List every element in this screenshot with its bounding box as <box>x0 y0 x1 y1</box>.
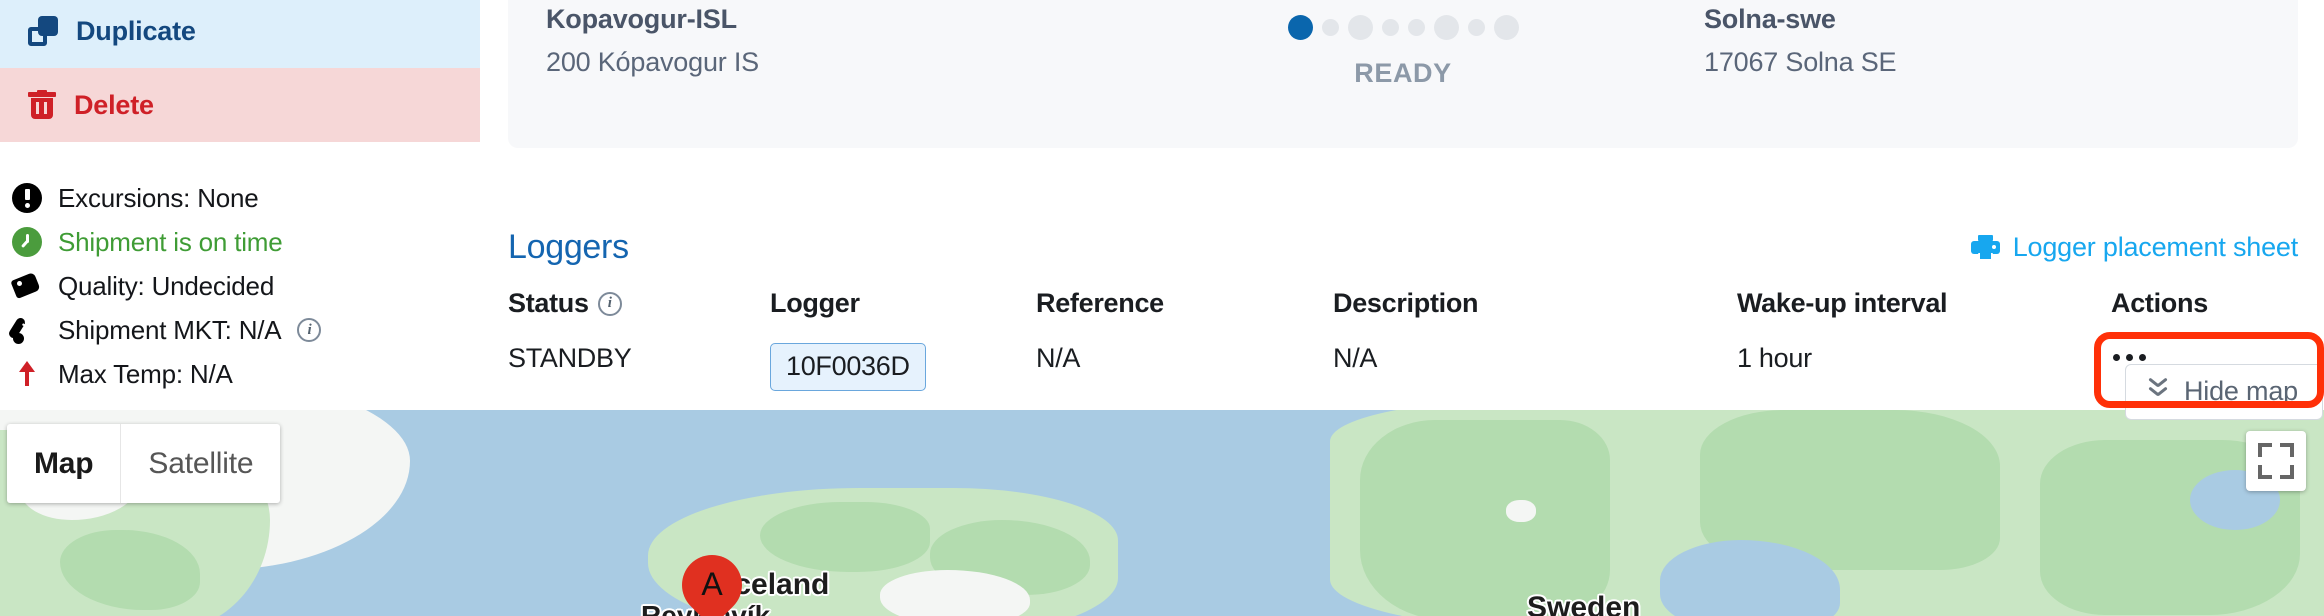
cell-status: STANDBY <box>508 343 632 373</box>
destination-location: Solna-swe 17067 Solna SE <box>1704 4 1897 78</box>
map-marker-letter: A <box>701 565 723 602</box>
loggers-table: Status i Logger Reference Description Wa… <box>508 288 2298 391</box>
duplicate-label: Duplicate <box>76 15 196 46</box>
trash-icon <box>28 90 56 120</box>
map-type-button-map[interactable]: Map <box>7 424 122 503</box>
map-glacier-norway <box>1506 500 1536 522</box>
map-marker-a[interactable]: A <box>669 542 755 616</box>
destination-name: Solna-swe <box>1704 4 1836 34</box>
delete-button[interactable]: Delete <box>0 68 480 142</box>
tag-icon <box>10 271 42 301</box>
progress-dot-8 <box>1493 14 1519 40</box>
status-item-on-time: Shipment is on time <box>12 220 480 264</box>
duplicate-button[interactable]: Duplicate <box>0 0 480 68</box>
logger-placement-sheet-link[interactable]: Logger placement sheet <box>1970 232 2298 263</box>
progress-dot-2 <box>1321 18 1339 36</box>
cell-logger: 10F0036D <box>770 343 1036 391</box>
shipment-status-list: Excursions: None Shipment is on time Qua… <box>0 176 480 396</box>
logger-id-chip[interactable]: 10F0036D <box>770 343 926 391</box>
column-header-status-label: Status <box>508 288 589 318</box>
shipment-progress: READY <box>508 12 2298 89</box>
map-panel[interactable]: Greenland Iceland Reykjavík Sweden Map S… <box>0 410 2324 616</box>
loggers-title: Loggers <box>508 228 629 266</box>
progress-dot-7 <box>1467 18 1485 36</box>
destination-address: 17067 Solna SE <box>1704 47 1897 77</box>
thermometer-icon <box>7 315 42 345</box>
map-vegetation-scandinavia-1 <box>1360 420 1610 616</box>
clock-icon <box>12 227 42 257</box>
delete-label: Delete <box>74 89 154 120</box>
cell-reference: N/A <box>1036 343 1081 373</box>
progress-dot-5 <box>1407 18 1425 36</box>
status-max-temp-label: Max Temp: N/A <box>58 358 233 389</box>
status-excursions-label: Excursions: None <box>58 182 259 213</box>
shipment-route-card: Kopavogur-ISL 200 Kópavogur IS READY Sol… <box>508 0 2298 148</box>
progress-dot-6 <box>1433 14 1459 40</box>
cell-description: N/A <box>1333 343 1378 373</box>
status-item-excursions: Excursions: None <box>12 176 480 220</box>
chevron-double-down-icon <box>2146 381 2170 403</box>
hide-map-button[interactable]: Hide map <box>2125 364 2323 420</box>
print-icon <box>1970 234 2000 261</box>
table-header-row: Status i Logger Reference Description Wa… <box>508 288 2298 342</box>
shipment-status-label: READY <box>1354 58 1452 88</box>
column-header-wake-up-interval: Wake-up interval <box>1737 288 1948 318</box>
column-header-status: Status i <box>508 288 770 319</box>
cell-wake-up-interval: 1 hour <box>1737 343 1812 373</box>
status-item-quality: Quality: Undecided <box>10 264 480 308</box>
hide-map-label: Hide map <box>2184 376 2298 406</box>
mkt-info-icon[interactable]: i <box>297 318 322 342</box>
exclamation-icon <box>12 183 42 213</box>
duplicate-icon <box>28 16 58 46</box>
fullscreen-icon[interactable] <box>2246 431 2306 491</box>
status-item-max-temp: Max Temp: N/A <box>12 352 480 396</box>
map-type-button-satellite[interactable]: Satellite <box>121 424 280 503</box>
map-label-sweden: Sweden <box>1527 591 1641 616</box>
status-item-mkt: Shipment MKT: N/A i <box>7 308 480 352</box>
progress-dot-1 <box>1287 14 1313 40</box>
status-info-icon[interactable]: i <box>597 291 622 316</box>
status-mkt-label: Shipment MKT: N/A <box>58 314 282 345</box>
logger-placement-sheet-label: Logger placement sheet <box>2012 232 2298 262</box>
progress-dot-3 <box>1347 14 1373 40</box>
column-header-actions: Actions <box>2111 288 2208 318</box>
column-header-logger: Logger <box>770 288 860 318</box>
table-row: STANDBY 10F0036D N/A N/A 1 hour <box>508 343 2298 391</box>
column-header-description: Description <box>1333 288 1479 318</box>
status-on-time-label: Shipment is on time <box>58 226 283 257</box>
loggers-section-header: Loggers Logger placement sheet <box>508 228 2298 267</box>
status-quality-label: Quality: Undecided <box>58 270 275 301</box>
column-header-reference: Reference <box>1036 288 1164 318</box>
up-arrow-icon <box>12 359 42 389</box>
map-type-control: Map Satellite <box>7 424 281 503</box>
progress-dot-4 <box>1381 18 1399 36</box>
progress-dots <box>1287 12 1519 42</box>
